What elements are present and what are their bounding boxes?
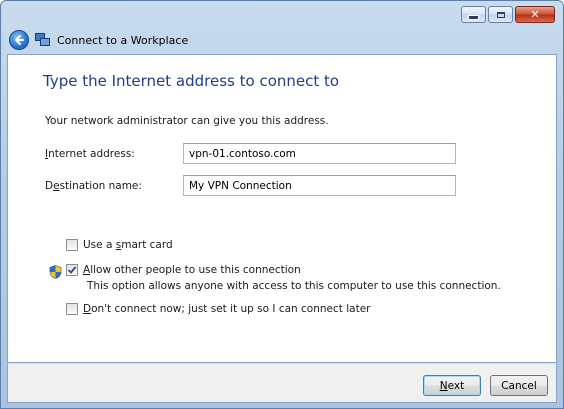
smart-card-checkbox[interactable] <box>66 239 78 251</box>
cancel-button[interactable]: Cancel <box>490 375 548 396</box>
allow-others-description: This option allows anyone with access to… <box>87 280 501 292</box>
dont-connect-checkbox[interactable] <box>66 303 78 315</box>
destination-name-label: Destination name: <box>45 180 142 192</box>
next-button[interactable]: Next <box>423 375 481 396</box>
main-instruction: Type the Internet address to connect to <box>43 72 340 90</box>
wizard-window: ✕ Connect to a Workplace Type the Intern… <box>0 0 564 409</box>
maximize-icon <box>496 11 505 18</box>
back-button[interactable] <box>9 30 29 50</box>
destination-name-input[interactable] <box>183 175 456 196</box>
minimize-button[interactable] <box>461 6 486 23</box>
close-button[interactable]: ✕ <box>515 6 555 23</box>
back-arrow-icon <box>15 35 24 45</box>
maximize-button[interactable] <box>488 6 513 23</box>
internet-address-label: Internet address: <box>45 148 135 160</box>
allow-others-option[interactable]: Allow other people to use this connectio… <box>66 264 301 276</box>
wizard-footer: Next Cancel <box>7 363 557 403</box>
close-icon: ✕ <box>530 8 540 21</box>
checkmark-icon <box>67 266 77 274</box>
wizard-header: Connect to a Workplace <box>9 29 555 51</box>
allow-others-checkbox[interactable] <box>66 264 78 276</box>
uac-shield-icon <box>49 265 62 279</box>
smart-card-label: Use a smart card <box>83 239 173 251</box>
internet-address-input[interactable] <box>183 143 456 164</box>
allow-others-label: Allow other people to use this connectio… <box>83 264 301 276</box>
dont-connect-option[interactable]: Don't connect now; just set it up so I c… <box>66 303 370 315</box>
minimize-icon <box>468 14 479 20</box>
wizard-content: Type the Internet address to connect to … <box>7 54 557 363</box>
caption-buttons: ✕ <box>461 6 555 23</box>
network-wizard-icon <box>35 33 51 47</box>
window-title: Connect to a Workplace <box>57 33 189 47</box>
smart-card-option[interactable]: Use a smart card <box>66 239 173 251</box>
page-description: Your network administrator can give you … <box>45 115 329 127</box>
dont-connect-label: Don't connect now; just set it up so I c… <box>83 303 371 315</box>
